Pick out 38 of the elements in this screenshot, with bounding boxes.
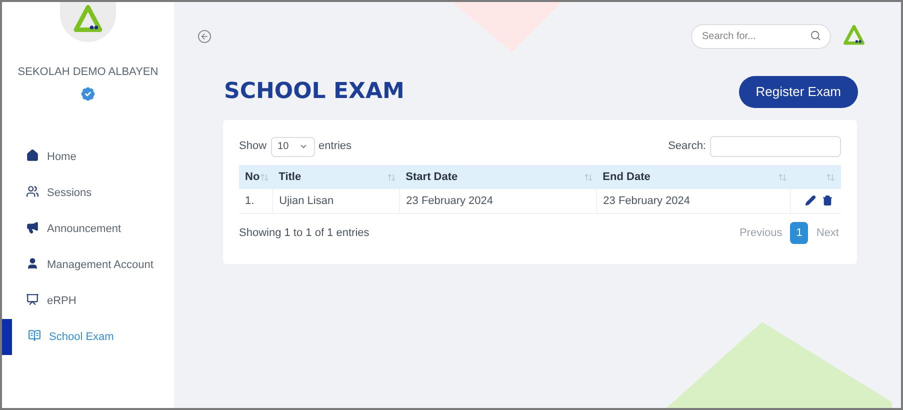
active-indicator	[2, 318, 12, 354]
sort-icon	[386, 172, 396, 182]
sort-icon	[584, 172, 593, 182]
table-cell: Ujian Lisan	[272, 189, 400, 213]
table-cell: 23 February 2024	[596, 189, 791, 213]
sidebar-item[interactable]: Announcement	[12, 210, 174, 246]
sort-icon	[826, 172, 835, 182]
logo-icon	[73, 5, 103, 35]
entries-label: entries	[318, 139, 352, 154]
logo-icon	[843, 25, 865, 47]
search-icon	[810, 30, 821, 41]
show-label: Show	[239, 139, 267, 154]
school-name: SEKOLAH DEMO ALBAYEN	[16, 65, 160, 80]
sidebar-item[interactable]: Management Account	[12, 246, 174, 282]
table-search-field[interactable]	[710, 136, 841, 157]
collapse-icon[interactable]	[198, 30, 211, 42]
sidebar-item[interactable]: School Exam	[12, 318, 174, 354]
sort-icon	[260, 172, 269, 182]
register-exam-button[interactable]: Register Exam	[738, 76, 858, 108]
column-header[interactable]: Start Date	[400, 165, 597, 189]
sort-icon	[778, 172, 787, 182]
table-info: Showing 1 to 1 of 1 entries	[239, 226, 370, 240]
search-field[interactable]: Search for...	[691, 24, 831, 49]
table-cell: 23 February 2024	[400, 189, 597, 213]
delete-icon[interactable]	[822, 195, 833, 206]
column-header[interactable]: End Date	[596, 165, 791, 189]
column-header[interactable]: No	[239, 165, 273, 189]
table-cell: 1.	[239, 189, 273, 213]
chevron-icon	[298, 142, 308, 151]
sidebar-item[interactable]: Sessions	[12, 174, 174, 210]
page-size-select[interactable]: 10	[270, 136, 315, 156]
sidebar-item[interactable]: Home	[12, 138, 174, 174]
page-button[interactable]: 1	[790, 222, 808, 244]
column-header[interactable]: Title	[272, 165, 400, 189]
search-label: Search:	[668, 139, 706, 154]
sidebar-item[interactable]: eRPH	[12, 282, 174, 318]
edit-icon[interactable]	[805, 195, 816, 206]
page-title: SCHOOL EXAM	[224, 78, 404, 106]
